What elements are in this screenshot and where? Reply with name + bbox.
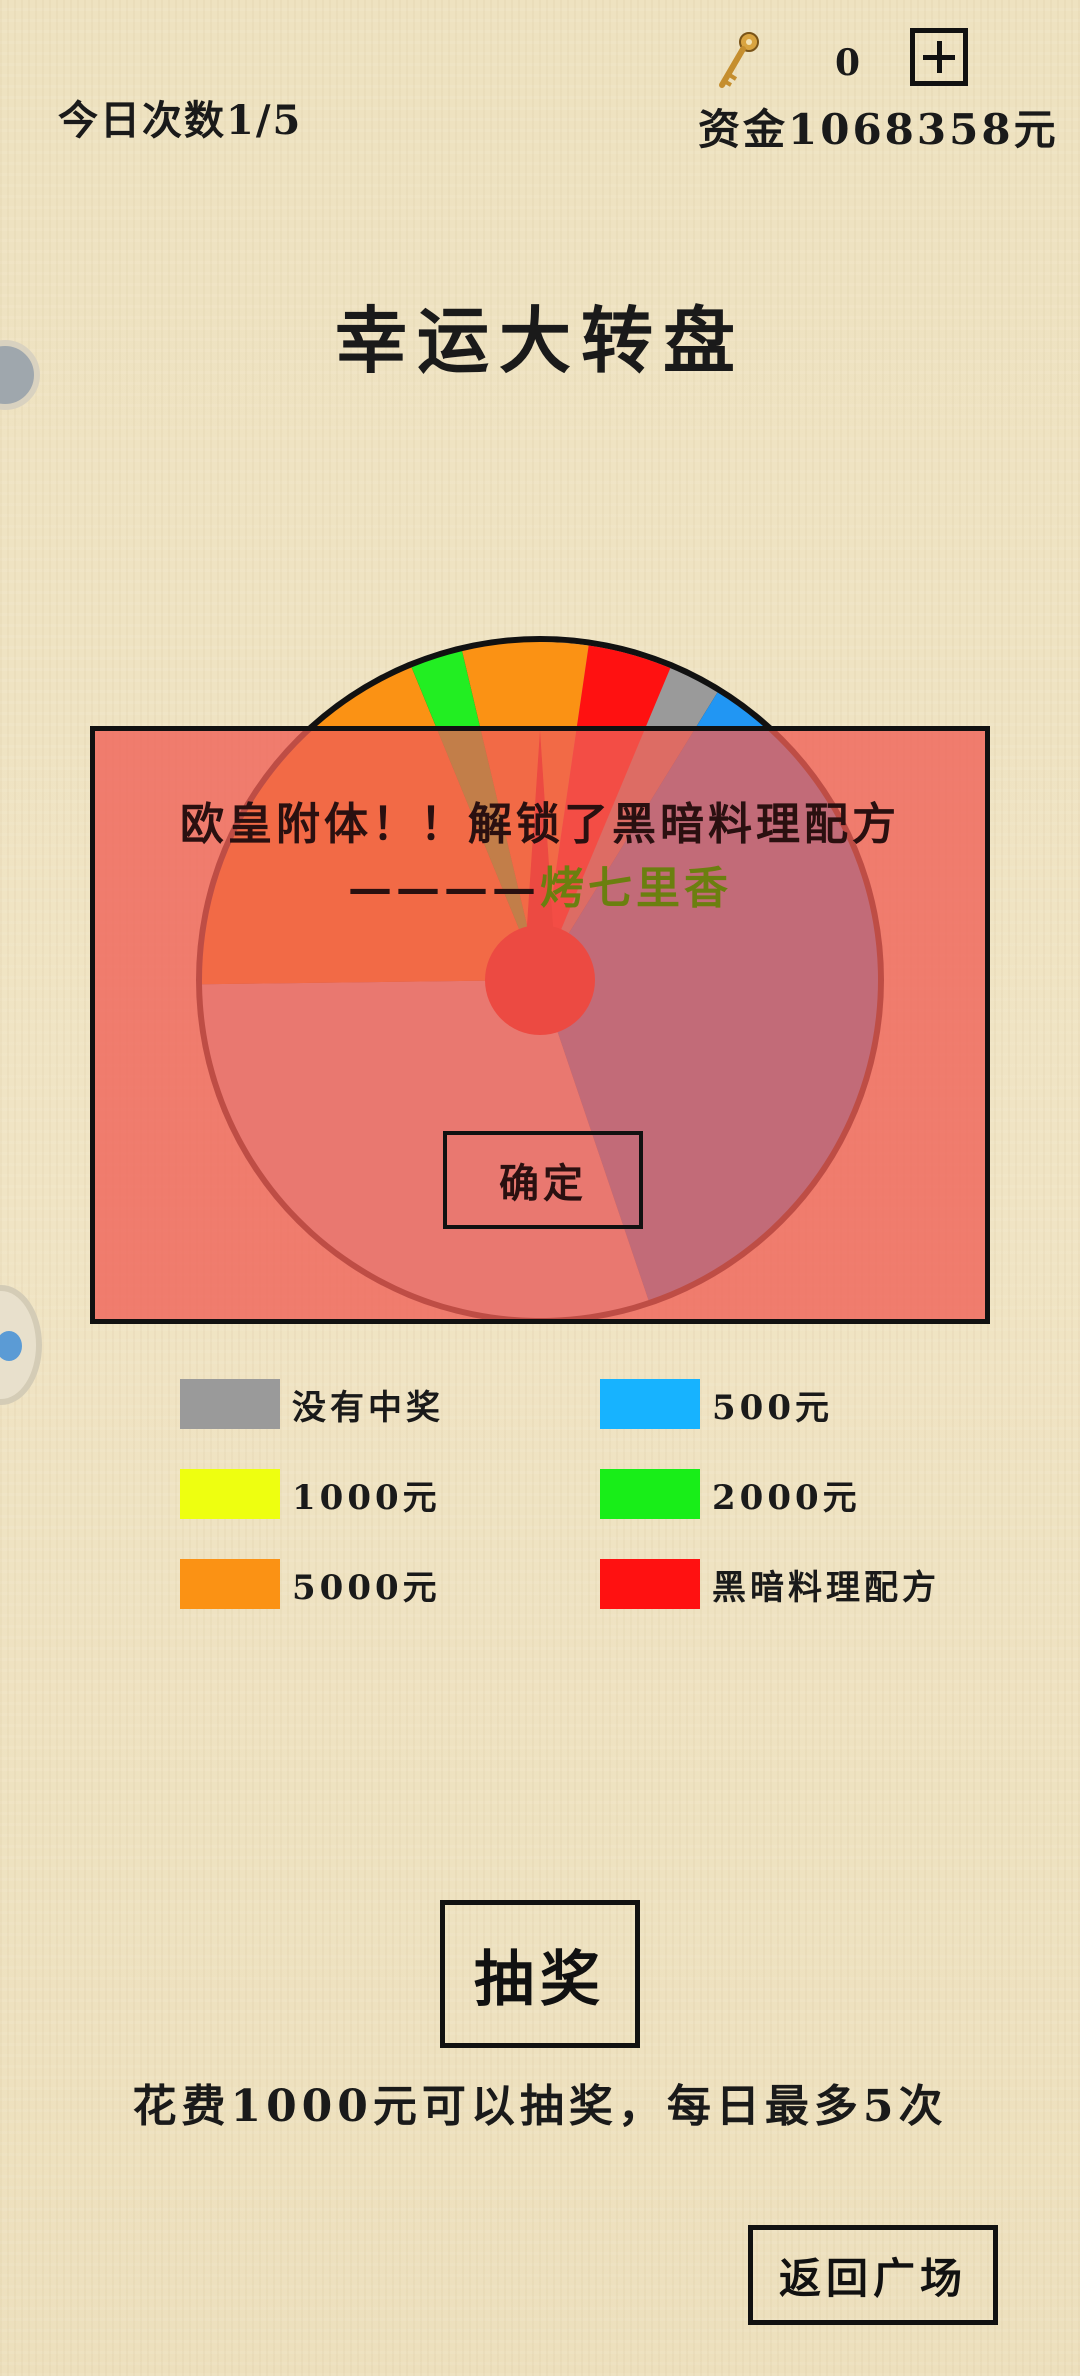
legend-swatch bbox=[600, 1559, 700, 1609]
result-dialog: 欧皇附体！！解锁了黑暗料理配方————烤七里香 确定 bbox=[90, 726, 990, 1324]
legend-label: 500元 bbox=[712, 1387, 833, 1428]
legend-swatch bbox=[600, 1379, 700, 1429]
legend-label: 没有中奖 bbox=[292, 1387, 444, 1428]
legend-swatch bbox=[180, 1469, 280, 1519]
legend-label: 2000元 bbox=[712, 1477, 861, 1518]
result-item-name: 烤七里香 bbox=[540, 863, 732, 914]
legend-item: 没有中奖 bbox=[180, 1378, 444, 1430]
legend-item: 黑暗料理配方 bbox=[600, 1558, 940, 1610]
legend-item: 5000元 bbox=[180, 1558, 441, 1610]
legend-item: 2000元 bbox=[600, 1468, 861, 1520]
daily-count-label: 今日次数1/5 bbox=[58, 97, 303, 144]
legend-swatch bbox=[180, 1379, 280, 1429]
page-title: 幸运大转盘 bbox=[334, 298, 745, 383]
draw-button[interactable]: 抽奖 bbox=[440, 1900, 640, 2048]
legend-item: 500元 bbox=[600, 1378, 833, 1430]
legend-label: 5000元 bbox=[292, 1567, 441, 1608]
prize-legend: 没有中奖 500元 1000元 2000元 5000元 黑暗料理配方 bbox=[180, 1378, 980, 1628]
legend-label: 1000元 bbox=[292, 1477, 441, 1518]
result-message: 欧皇附体！！解锁了黑暗料理配方————烤七里香 bbox=[155, 793, 925, 921]
money-label: 资金1068358元 bbox=[698, 105, 1059, 154]
back-to-plaza-button[interactable]: 返回广场 bbox=[748, 2225, 998, 2325]
legend-swatch bbox=[180, 1559, 280, 1609]
side-float-bubble[interactable] bbox=[0, 1285, 42, 1405]
legend-item: 1000元 bbox=[180, 1468, 441, 1520]
key-count: 0 bbox=[835, 42, 861, 84]
legend-swatch bbox=[600, 1469, 700, 1519]
add-keys-button[interactable] bbox=[910, 28, 968, 86]
key-icon bbox=[719, 32, 759, 88]
confirm-button[interactable]: 确定 bbox=[443, 1131, 643, 1229]
legend-label: 黑暗料理配方 bbox=[712, 1567, 940, 1608]
draw-cost-note: 花费1000元可以抽奖，每日最多5次 bbox=[132, 2081, 948, 2132]
